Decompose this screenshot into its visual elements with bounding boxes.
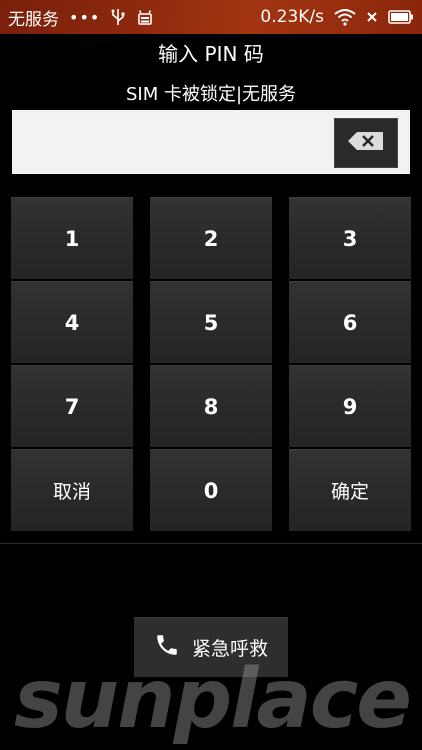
key-4[interactable]: 4 (11, 281, 133, 363)
status-bar-left: 无服务 ••• (8, 5, 154, 30)
emergency-call-button[interactable]: 紧急呼救 (134, 617, 288, 677)
net-speed: 0.23K/s (260, 7, 324, 27)
status-bar: 无服务 ••• 0.23K/s (0, 0, 422, 34)
key-9[interactable]: 9 (289, 365, 411, 447)
backspace-button[interactable] (334, 118, 398, 168)
key-3[interactable]: 3 (289, 197, 411, 279)
backspace-icon (347, 131, 385, 155)
wifi-icon (334, 8, 356, 26)
notification-dots: ••• (69, 7, 101, 27)
key-6[interactable]: 6 (289, 281, 411, 363)
pin-keypad: 1 2 3 4 5 6 7 8 9 取消 0 确定 (11, 197, 411, 533)
carrier-label: 无服务 (8, 9, 59, 30)
key-0[interactable]: 0 (150, 449, 272, 531)
confirm-button[interactable]: 确定 (289, 449, 411, 531)
cancel-button[interactable]: 取消 (11, 449, 133, 531)
phone-icon (154, 632, 180, 663)
battery-icon (388, 10, 414, 24)
pin-input[interactable] (12, 110, 330, 174)
key-8[interactable]: 8 (150, 365, 272, 447)
status-bar-right: 0.23K/s (260, 7, 414, 27)
key-5[interactable]: 5 (150, 281, 272, 363)
usb-icon (110, 8, 126, 26)
android-debug-icon (136, 8, 154, 26)
key-1[interactable]: 1 (11, 197, 133, 279)
emergency-call-label: 紧急呼救 (191, 638, 268, 660)
divider (0, 543, 422, 544)
pin-entry-field (12, 110, 410, 174)
sim-status-text: SIM 卡被锁定|无服务 (125, 84, 297, 105)
page-title: 输入 PIN 码 (158, 42, 264, 66)
key-2[interactable]: 2 (150, 197, 272, 279)
key-7[interactable]: 7 (11, 365, 133, 447)
no-signal-icon (366, 11, 378, 23)
